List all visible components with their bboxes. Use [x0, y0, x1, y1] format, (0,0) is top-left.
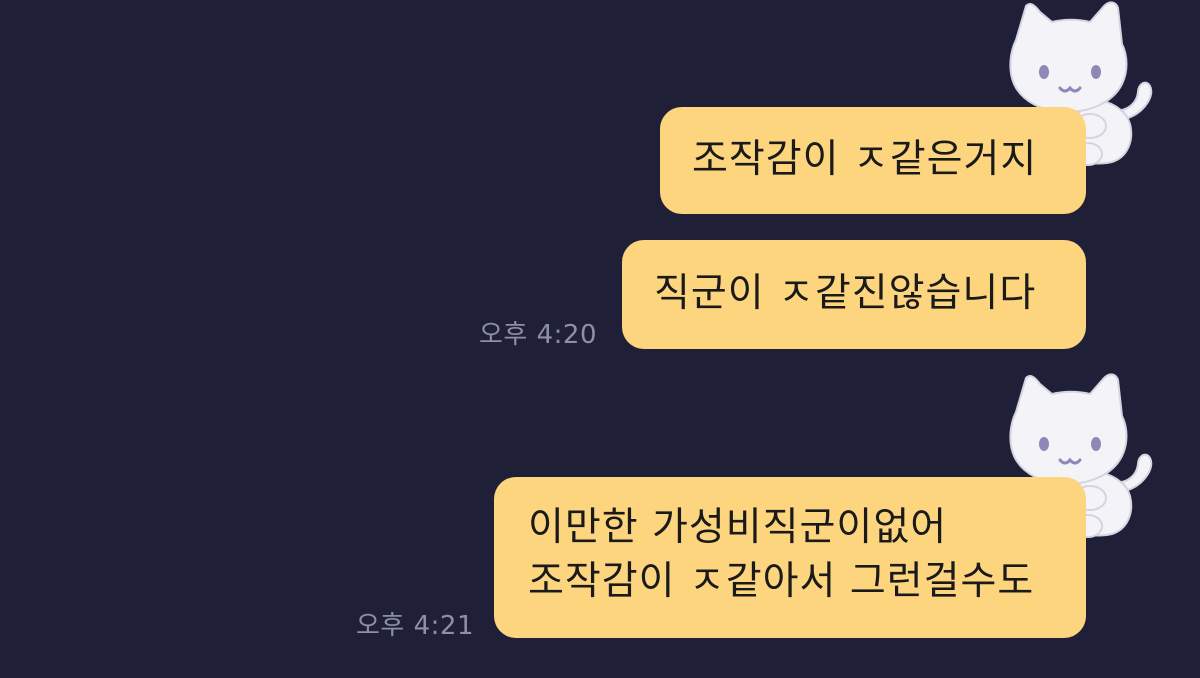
message-timestamp: 오후 4:20 — [479, 320, 597, 350]
message-bubble[interactable]: 직군이 ㅈ같진않습니다 — [622, 240, 1086, 349]
message-text-line: 이만한 가성비직군이없어 — [528, 505, 948, 550]
message-bubble[interactable]: 이만한 가성비직군이없어 조작감이 ㅈ같아서 그런걸수도 — [494, 477, 1086, 638]
chat-area: 조작감이 ㅈ같은거지 직군이 ㅈ같진않습니다 오후 4:20 이만한 가성비직군… — [0, 0, 1200, 678]
message-text-line: 조작감이 ㅈ같아서 그런걸수도 — [528, 559, 1035, 604]
message-bubble[interactable]: 조작감이 ㅈ같은거지 — [660, 107, 1086, 214]
message-text: 조작감이 ㅈ같은거지 — [692, 137, 1038, 182]
message-timestamp: 오후 4:21 — [356, 611, 474, 641]
message-text: 직군이 ㅈ같진않습니다 — [654, 271, 1037, 316]
